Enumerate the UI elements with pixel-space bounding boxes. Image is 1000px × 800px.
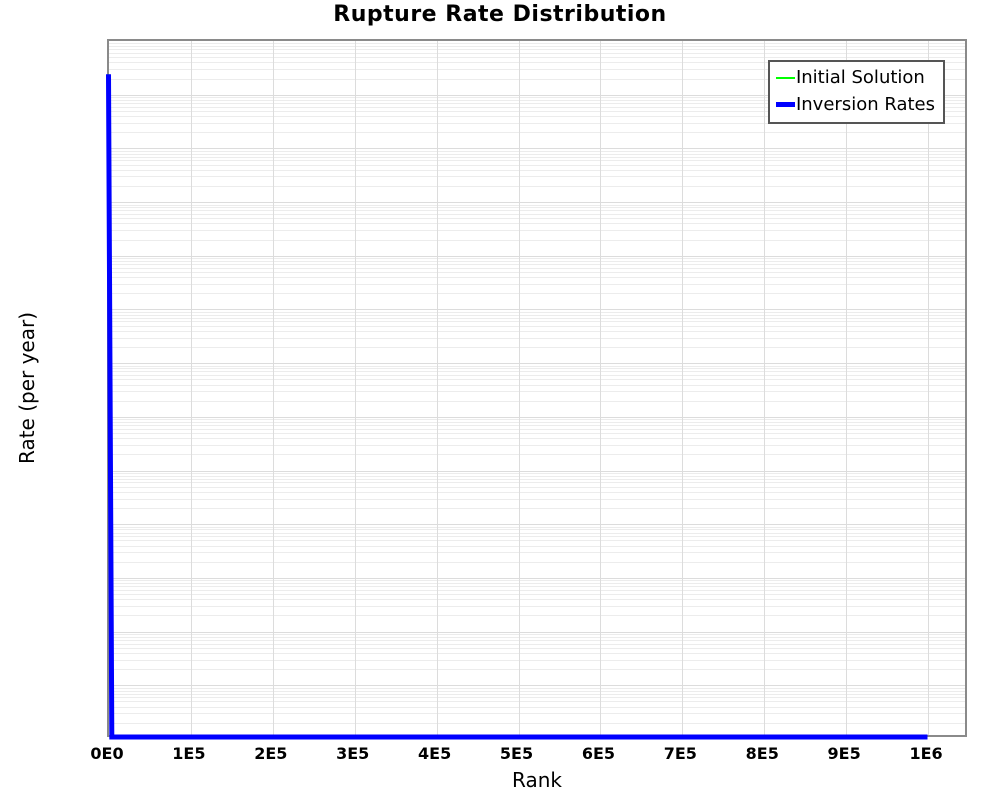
chart-title: Rupture Rate Distribution [0, 2, 1000, 27]
plot-area: Initial Solution Inversion Rates [107, 39, 967, 737]
x-tick-label: 6E5 [582, 744, 615, 763]
x-tick-label: 7E5 [664, 744, 697, 763]
x-tick-label: 1E5 [172, 744, 205, 763]
x-tick-label: 2E5 [254, 744, 287, 763]
x-tick-label: 1E6 [909, 744, 942, 763]
inversion-rates-line-swatch [776, 102, 795, 107]
series-line-initial-solution [109, 74, 928, 737]
x-tick-label: 0E0 [90, 744, 123, 763]
legend: Initial Solution Inversion Rates [768, 60, 945, 124]
legend-label-initial-solution: Initial Solution [796, 67, 925, 88]
rupture-rate-chart: Rupture Rate Distribution Rate (per year… [0, 0, 1000, 800]
x-axis-title: Rank [107, 768, 967, 792]
x-tick-label: 5E5 [500, 744, 533, 763]
legend-item-inversion-rates: Inversion Rates [776, 91, 935, 118]
x-tick-label: 9E5 [828, 744, 861, 763]
series-line-inversion-rates [109, 74, 928, 737]
x-tick-label: 8E5 [746, 744, 779, 763]
x-tick-label: 3E5 [336, 744, 369, 763]
initial-solution-line-swatch [776, 77, 795, 79]
x-tick-label: 4E5 [418, 744, 451, 763]
y-axis-title: Rate (per year) [15, 312, 39, 464]
legend-label-inversion-rates: Inversion Rates [796, 94, 935, 115]
data-series-layer [107, 39, 967, 737]
legend-item-initial-solution: Initial Solution [776, 64, 935, 91]
